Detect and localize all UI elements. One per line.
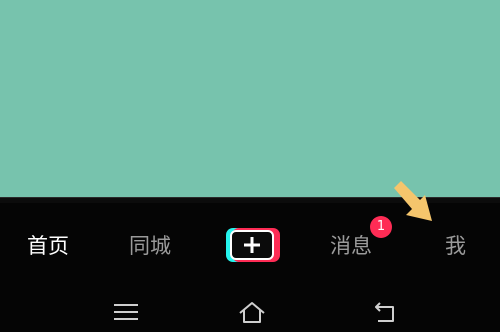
back-icon[interactable] (370, 297, 400, 327)
tab-me[interactable]: 我 (445, 231, 466, 261)
home-icon[interactable] (237, 297, 267, 327)
plus-icon (244, 237, 260, 253)
create-button-face (230, 230, 274, 260)
tab-home[interactable]: 首页 (27, 231, 69, 261)
system-nav-bar (0, 287, 500, 332)
content-area (0, 0, 500, 197)
arrow-icon (394, 181, 432, 221)
tab-local[interactable]: 同城 (129, 231, 171, 261)
notification-badge: 1 (370, 216, 392, 238)
tab-messages[interactable]: 消息 (330, 231, 372, 261)
menu-icon[interactable] (111, 297, 141, 327)
create-button[interactable] (226, 228, 280, 262)
